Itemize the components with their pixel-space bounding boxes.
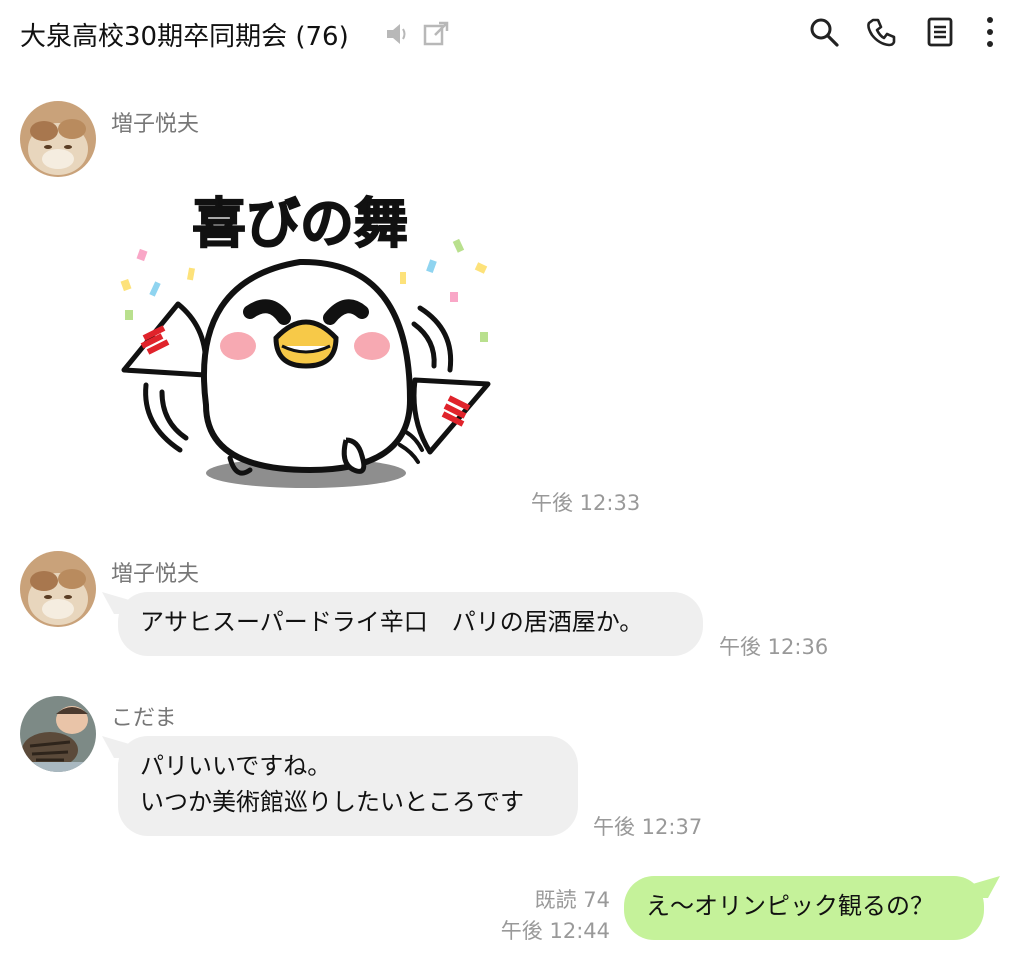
sticker-joy-dance[interactable]: 喜びの舞 <box>110 170 500 500</box>
message-time: 午後 12:36 <box>719 635 829 659</box>
phone-icon <box>867 17 897 51</box>
sender-name: 増子悦夫 <box>111 112 200 137</box>
message-line: いつか美術館巡りしたいところです <box>140 788 524 816</box>
chat-header: 大泉高校30期卒同期会 (76) <box>0 0 1014 70</box>
external-link-icon[interactable] <box>422 20 450 52</box>
chat-title: 大泉高校30期卒同期会 (76) <box>20 22 349 52</box>
avatar[interactable] <box>20 696 96 772</box>
message-time: 午後 12:33 <box>531 491 641 515</box>
avatar[interactable] <box>20 101 96 177</box>
sender-name: 増子悦夫 <box>111 562 200 587</box>
outgoing-message-bubble[interactable]: え〜オリンピック観るの？ <box>624 876 984 940</box>
more-menu-button[interactable] <box>980 14 1000 54</box>
read-receipt: 既読 74 <box>534 888 610 912</box>
header-actions <box>806 14 1000 54</box>
message-bubble[interactable]: アサヒスーパードライ辛口 パリの居酒屋か。 <box>118 592 703 656</box>
search-button[interactable] <box>806 14 842 54</box>
message-bubble[interactable]: パリいいですね。 いつか美術館巡りしたいところです <box>118 736 578 836</box>
notes-icon <box>926 16 954 52</box>
title-icons <box>384 20 450 52</box>
search-icon <box>809 17 839 51</box>
more-vert-icon <box>985 16 995 52</box>
message-text: アサヒスーパードライ辛口 パリの居酒屋か。 <box>140 608 644 636</box>
message-text: え〜オリンピック観るの？ <box>646 892 934 920</box>
message-time: 午後 12:37 <box>593 815 703 839</box>
call-button[interactable] <box>864 14 900 54</box>
avatar[interactable] <box>20 551 96 627</box>
speaker-muted-icon[interactable] <box>384 20 410 52</box>
message-time: 午後 12:44 <box>500 919 610 943</box>
notes-button[interactable] <box>922 14 958 54</box>
sender-name: こだま <box>111 706 177 731</box>
sticker-text: 喜びの舞 <box>192 192 408 255</box>
message-line: パリいいですね。 <box>140 752 332 780</box>
